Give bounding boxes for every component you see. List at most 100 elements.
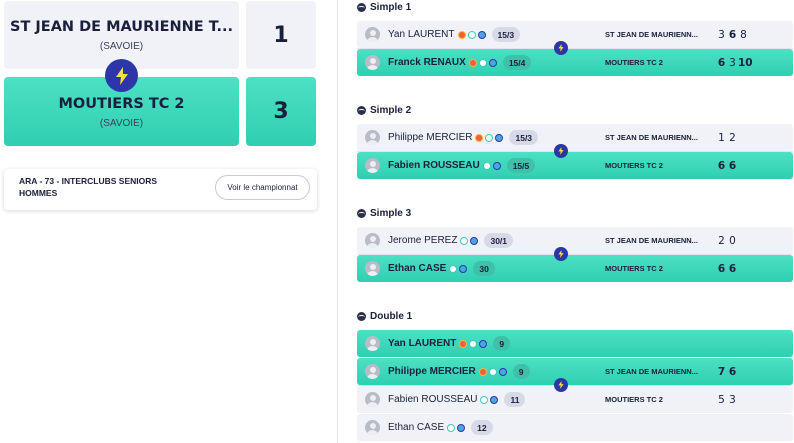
player-name[interactable]: Yan LAURENT [388, 338, 456, 349]
championship-card: ARA - 73 - INTERCLUBS SENIORS HOMMES Voi… [4, 169, 317, 210]
lightning-icon [554, 41, 568, 55]
set-score: 7 [717, 365, 726, 378]
player-badges [449, 264, 468, 273]
target-badge-icon [498, 367, 507, 376]
player-ranking: 9 [493, 336, 511, 351]
away-team-region: (SAVOIE) [99, 118, 144, 129]
target-badge-icon [495, 133, 504, 142]
player-name[interactable]: Jerome PEREZ [388, 235, 457, 246]
home-team-score: 1 [246, 1, 316, 69]
avatar-icon [365, 336, 380, 351]
target-badge-icon [479, 339, 488, 348]
lightning-icon [554, 144, 568, 158]
set-score: 6 [717, 159, 726, 172]
set-score: 6 [717, 262, 726, 275]
row-separator [357, 48, 793, 49]
player-name[interactable]: Yan LAURENT [388, 29, 455, 40]
away-club-name: MOUTIERS TC 2 [605, 58, 663, 67]
tennis-ball-icon [357, 3, 366, 12]
player-name[interactable]: Fabien ROUSSEAU [388, 394, 477, 405]
player-name-group: Yan LAURENT 15/3 [388, 21, 521, 48]
player-row[interactable]: Philippe MERCIER 15/3 ST JEAN DE MAURIENN.… [357, 124, 793, 151]
player-row[interactable]: Philippe MERCIER 9 ST JEAN DE MAURIENN... 7… [357, 358, 793, 385]
fire-badge-icon [478, 367, 487, 376]
lightning-icon [105, 59, 138, 92]
view-championship-button[interactable]: Voir le championnat [215, 175, 310, 200]
player-ranking: 11 [504, 392, 526, 407]
set-score: 2 [729, 131, 736, 144]
set-score: 3 [718, 28, 725, 41]
player-row[interactable]: Yan LAURENT 9 [357, 330, 793, 357]
away-set-scores: 53 [716, 386, 738, 413]
player-name[interactable]: Franck RENAUX [388, 57, 466, 68]
match-title-label: Simple 2 [370, 105, 412, 116]
row-separator [357, 385, 793, 386]
match-title: Simple 3 [357, 208, 411, 219]
set-score: 8 [740, 28, 747, 41]
set-score: 3 [729, 393, 736, 406]
player-ranking: 15/3 [509, 130, 539, 145]
away-club-name: MOUTIERS TC 2 [605, 264, 663, 273]
set-score: 6 [728, 262, 737, 275]
lightning-icon [554, 378, 568, 392]
home-set-scores: 12 [716, 124, 738, 151]
set-score: 6 [728, 365, 737, 378]
player-name-group: Philippe MERCIER 15/3 [388, 124, 539, 151]
match-title: Simple 2 [357, 105, 411, 116]
home-set-scores: 368 [716, 21, 749, 48]
player-badges [457, 30, 486, 39]
player-row[interactable]: Ethan CASE 30 MOUTIERS TC 2 66 [357, 255, 793, 282]
away-set-scores: 66 [716, 255, 738, 282]
player-name[interactable]: Fabien ROUSSEAU [388, 160, 480, 171]
avatar-icon [365, 130, 380, 145]
player-row[interactable]: Fabien ROUSSEAU 11 MOUTIERS TC 2 53 [357, 386, 793, 413]
round-badge-icon [480, 395, 489, 404]
player-name[interactable]: Ethan CASE [388, 263, 446, 274]
fire-badge-icon [457, 30, 466, 39]
set-score: 6 [728, 28, 737, 41]
fire-badge-icon [459, 339, 468, 348]
player-row[interactable]: Ethan CASE 12 [357, 414, 793, 441]
player-name-group: Ethan CASE 12 [388, 414, 493, 441]
fire-badge-icon [475, 133, 484, 142]
home-club-name: ST JEAN DE MAURIENN... [605, 236, 698, 245]
player-ranking: 15/3 [491, 27, 521, 42]
tennis-ball-icon [357, 209, 366, 218]
away-club-name: MOUTIERS TC 2 [605, 395, 663, 404]
player-name-group: Ethan CASE 30 [388, 255, 495, 282]
player-name-group: Franck RENAUX 15/4 [388, 49, 532, 76]
round-badge-icon [449, 264, 458, 273]
player-badges [482, 161, 501, 170]
player-row[interactable]: Jerome PEREZ 30/1 ST JEAN DE MAURIENN... 2 0 [357, 227, 793, 254]
avatar-icon [365, 392, 380, 407]
target-badge-icon [470, 236, 479, 245]
home-team-name: ST JEAN DE MAURIENNE T... [10, 19, 233, 35]
round-badge-icon [469, 339, 478, 348]
home-club-name: ST JEAN DE MAURIENN... [605, 367, 698, 376]
match-title: Double 1 [357, 311, 412, 322]
player-name-group: Yan LAURENT 9 [388, 330, 511, 357]
away-team-score: 3 [246, 77, 316, 146]
target-badge-icon [477, 30, 486, 39]
player-row[interactable]: Franck RENAUX 15/4 MOUTIERS TC 2 6 3 10 [357, 49, 793, 76]
home-club-name: ST JEAN DE MAURIENN... [605, 30, 698, 39]
target-badge-icon [492, 161, 501, 170]
avatar-icon [365, 233, 380, 248]
lightning-icon [554, 247, 568, 261]
player-name[interactable]: Ethan CASE [388, 422, 444, 433]
player-badges [478, 367, 507, 376]
player-name[interactable]: Philippe MERCIER [388, 366, 476, 377]
avatar-icon [365, 420, 380, 435]
round-badge-icon [482, 161, 491, 170]
away-set-scores: 6 3 10 [716, 49, 753, 76]
set-score: 10 [738, 56, 753, 69]
player-row[interactable]: Fabien ROUSSEAU 15/5 MOUTIERS TC 2 66 [357, 152, 793, 179]
championship-title: ARA - 73 - INTERCLUBS SENIORS HOMMES [19, 176, 158, 198]
tennis-ball-icon [357, 106, 366, 115]
player-ranking: 12 [471, 420, 493, 435]
player-name[interactable]: Philippe MERCIER [388, 132, 472, 143]
row-separator [357, 254, 793, 255]
set-score: 5 [718, 393, 725, 406]
player-row[interactable]: Yan LAURENT 15/3 ST JEAN DE MAURIENN... 3 6 8 [357, 21, 793, 48]
player-name-group: Philippe MERCIER 9 [388, 358, 530, 385]
